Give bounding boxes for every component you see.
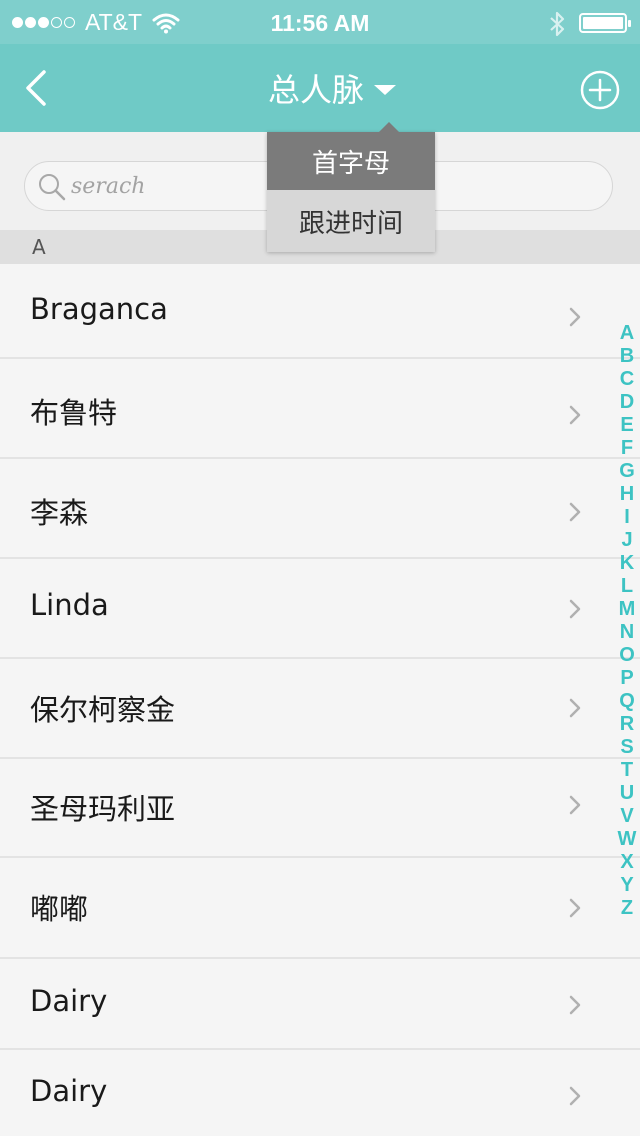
chevron-right-icon [569,995,581,1015]
index-letter-y[interactable]: Y [614,874,640,897]
contact-name: 保尔柯察金 [30,693,176,727]
alphabet-index[interactable]: ABCDEFGHIJKLMNOPQRSTUVWXYZ [614,322,640,920]
back-button[interactable] [18,68,58,108]
status-time: 11:56 AM [270,10,370,36]
index-letter-b[interactable]: B [614,345,640,368]
list-item[interactable]: 李森 [0,459,640,559]
index-letter-c[interactable]: C [614,368,640,391]
contact-name: 布鲁特 [30,396,118,430]
sort-option-initial[interactable]: 首字母 [267,132,435,190]
contact-name: Dairy [30,1074,108,1108]
index-letter-j[interactable]: J [614,529,640,552]
page-title: 总人脉 [268,71,365,109]
index-letter-k[interactable]: K [614,552,640,575]
index-letter-d[interactable]: D [614,391,640,414]
sort-dropdown-menu: 首字母 跟进时间 [267,122,435,252]
index-letter-w[interactable]: W [614,828,640,851]
dropdown-pointer [379,122,399,132]
chevron-right-icon [569,405,581,425]
index-letter-z[interactable]: Z [614,897,640,920]
index-letter-h[interactable]: H [614,483,640,506]
chevron-right-icon [569,307,581,327]
contact-name: Braganca [30,292,168,326]
index-letter-p[interactable]: P [614,667,640,690]
index-letter-s[interactable]: S [614,736,640,759]
index-letter-q[interactable]: Q [614,690,640,713]
chevron-right-icon [569,898,581,918]
index-letter-t[interactable]: T [614,759,640,782]
contact-name: Linda [30,588,109,622]
index-letter-l[interactable]: L [614,575,640,598]
contact-name: 嘟嘟 [30,892,89,926]
chevron-right-icon [569,795,581,815]
list-item[interactable]: 嘟嘟 [0,858,640,959]
search-icon [39,174,66,201]
bluetooth-icon [550,11,565,37]
chevron-right-icon [569,698,581,718]
list-item[interactable]: 保尔柯察金 [0,659,640,759]
list-item[interactable]: Linda [0,559,640,659]
index-letter-i[interactable]: I [614,506,640,529]
contact-name: Dairy [30,984,108,1018]
index-letter-a[interactable]: A [614,322,640,345]
battery-icon [579,13,631,33]
chevron-right-icon [569,599,581,619]
index-letter-u[interactable]: U [614,782,640,805]
index-letter-x[interactable]: X [614,851,640,874]
nav-bar: 总人脉 [0,44,640,132]
list-item[interactable]: 布鲁特 [0,359,640,459]
section-header-letter: A [32,235,46,259]
index-letter-g[interactable]: G [614,460,640,483]
contact-name: 圣母玛利亚 [30,792,176,826]
contact-name: 李森 [30,496,89,530]
chevron-right-icon [569,1086,581,1106]
index-letter-o[interactable]: O [614,644,640,667]
caret-down-icon [374,85,397,95]
plus-circle-icon [580,70,620,110]
add-contact-button[interactable] [580,70,620,110]
index-letter-e[interactable]: E [614,414,640,437]
index-letter-f[interactable]: F [614,437,640,460]
list-item[interactable]: Dairy [0,1050,640,1136]
list-item[interactable]: 圣母玛利亚 [0,759,640,858]
index-letter-n[interactable]: N [614,621,640,644]
list-item[interactable]: Dairy [0,959,640,1050]
sort-dropdown-toggle[interactable]: 总人脉 [268,68,397,109]
sort-option-follow-up-time[interactable]: 跟进时间 [267,190,435,252]
chevron-right-icon [569,502,581,522]
index-letter-m[interactable]: M [614,598,640,621]
contact-list: Braganca 布鲁特 李森 Linda 保尔柯察金 圣母玛利亚 嘟嘟 Dai… [0,264,640,1136]
index-letter-v[interactable]: V [614,805,640,828]
chevron-left-icon [26,70,46,106]
index-letter-r[interactable]: R [614,713,640,736]
status-bar: AT&T 11:56 AM [0,0,640,44]
list-item[interactable]: Braganca [0,264,640,359]
